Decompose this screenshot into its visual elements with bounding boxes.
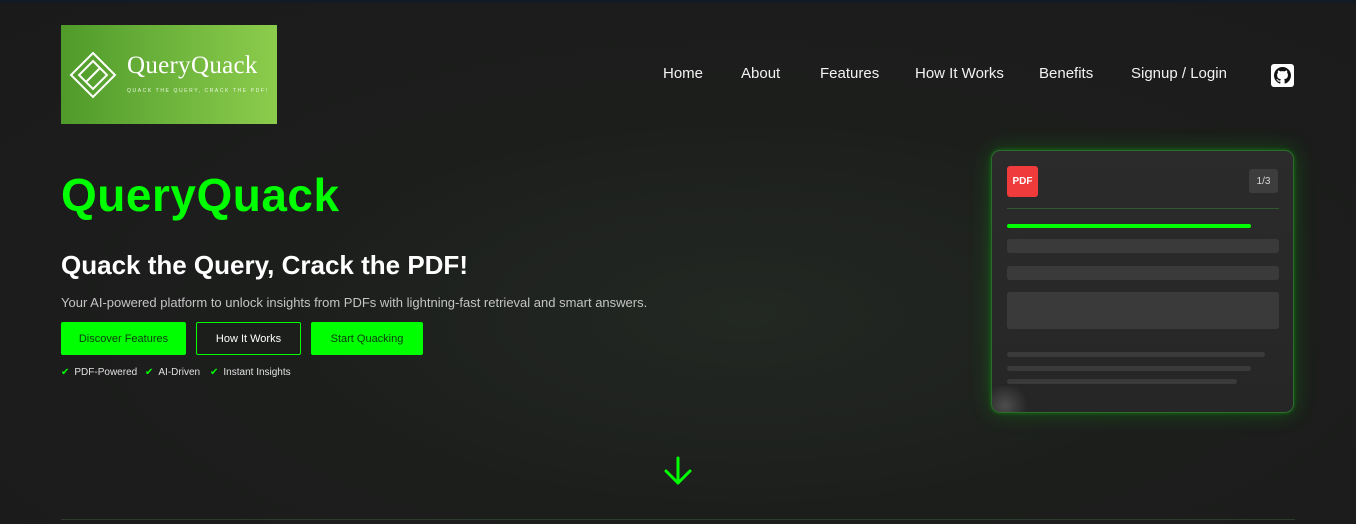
nav-about[interactable]: About (741, 65, 780, 82)
pdf-badge: PDF (1007, 166, 1038, 197)
check-label: PDF-Powered (74, 367, 138, 378)
arrow-down-icon[interactable] (662, 455, 694, 487)
hero-description: Your AI-powered platform to unlock insig… (61, 295, 648, 310)
skeleton-block (1007, 292, 1279, 329)
check-label: AI-Driven (158, 367, 201, 378)
nav-home[interactable]: Home (663, 65, 703, 82)
check-item: ✔ Instant Insights (210, 367, 291, 378)
nav-how-it-works[interactable]: How It Works (915, 65, 1004, 82)
progress-bar (1007, 224, 1251, 228)
check-item: ✔ AI-Driven (145, 367, 200, 378)
skeleton-line (1007, 239, 1279, 253)
top-border (0, 0, 1356, 3)
check-item: ✔ PDF-Powered (61, 367, 137, 378)
how-it-works-button[interactable]: How It Works (196, 322, 301, 355)
card-glow (992, 386, 1030, 412)
hero-subtitle: Quack the Query, Crack the PDF! (61, 250, 468, 280)
skeleton-text-line (1007, 352, 1265, 357)
github-icon (1274, 67, 1291, 84)
check-icon: ✔ (61, 367, 70, 378)
check-icon: ✔ (145, 367, 154, 378)
main-nav: Home About Features How It Works Benefit… (0, 65, 1356, 85)
check-icon: ✔ (210, 367, 219, 378)
section-divider (61, 519, 1295, 520)
nav-features[interactable]: Features (820, 65, 879, 82)
check-label: Instant Insights (223, 367, 291, 378)
skeleton-line (1007, 266, 1279, 280)
nav-benefits[interactable]: Benefits (1039, 65, 1093, 82)
pdf-preview-card: PDF 1/3 (991, 150, 1294, 413)
logo-tagline: Quack the Query, Crack the PDF! (127, 88, 269, 94)
nav-signup-login[interactable]: Signup / Login (1131, 65, 1227, 82)
hero-title: QueryQuack (61, 169, 340, 221)
github-link[interactable] (1271, 64, 1294, 87)
page-indicator: 1/3 (1249, 169, 1278, 193)
skeleton-text-line (1007, 379, 1237, 384)
card-divider (1007, 208, 1279, 209)
skeleton-text-line (1007, 366, 1251, 371)
discover-features-button[interactable]: Discover Features (61, 322, 186, 355)
start-quacking-button[interactable]: Start Quacking (311, 322, 423, 355)
